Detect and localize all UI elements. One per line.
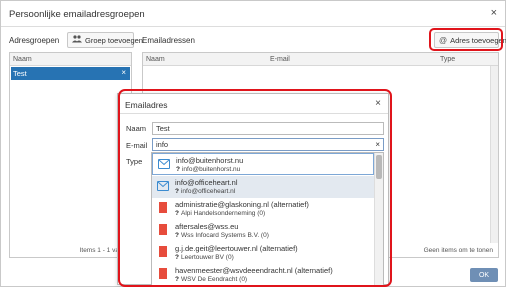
add-group-label: Groep toevoegen	[85, 35, 143, 45]
groups-table: Naam Test × Items 1 - 1 van 1	[9, 52, 132, 258]
add-group-button[interactable]: Groep toevoegen	[67, 32, 143, 48]
dialog-close-icon[interactable]: ×	[491, 7, 497, 19]
ok-button[interactable]: OK	[470, 268, 498, 282]
addresses-footer: Geen items om te tonen	[423, 247, 493, 254]
groups-table-header: Naam	[10, 53, 131, 66]
groups-label: Adresgroepen	[9, 36, 60, 45]
dialog-title: Persoonlijke emailadresgroepen	[9, 9, 145, 20]
group-row[interactable]: Test ×	[11, 67, 130, 80]
dialog-title-bar: Persoonlijke emailadresgroepen ×	[1, 1, 505, 27]
users-icon	[72, 35, 82, 45]
addresses-scrollbar[interactable]	[490, 66, 498, 243]
addresses-column-name[interactable]: Naam	[146, 56, 165, 63]
addresses-table-header: Naam E-mail Type	[143, 53, 498, 66]
group-row-delete-icon[interactable]: ×	[121, 68, 126, 77]
addresses-column-type[interactable]: Type	[440, 56, 455, 63]
groups-column-name[interactable]: Naam	[13, 56, 32, 63]
addresses-label: Emailadressen	[142, 36, 195, 45]
group-row-name: Test	[13, 69, 27, 78]
add-address-highlight	[429, 28, 503, 51]
addresses-column-email[interactable]: E-mail	[270, 56, 290, 63]
modal-highlight	[118, 89, 392, 287]
